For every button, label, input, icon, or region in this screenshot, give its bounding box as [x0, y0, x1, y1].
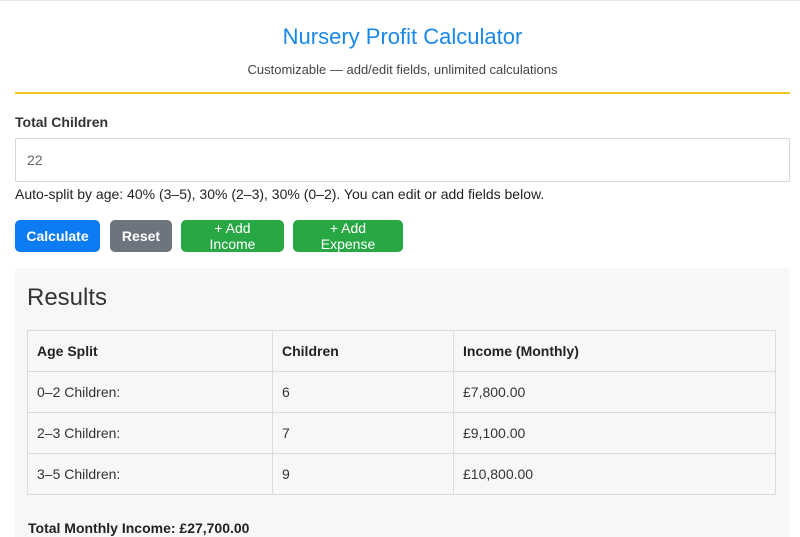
income-cell: £7,800.00	[453, 371, 776, 413]
age-split-cell: 0–2 Children:	[27, 371, 273, 413]
add-expense-button[interactable]: + Add Expense	[293, 220, 403, 252]
table-row: 0–2 Children: 6 £7,800.00	[27, 371, 776, 413]
children-cell: 7	[272, 412, 454, 454]
total-children-label: Total Children	[15, 114, 109, 130]
page-header: Nursery Profit Calculator Customizable —…	[15, 0, 790, 94]
table-row: 3–5 Children: 9 £10,800.00	[27, 453, 776, 495]
results-title: Results	[27, 284, 108, 311]
age-split-cell: 3–5 Children:	[27, 453, 273, 495]
children-cell: 6	[272, 371, 454, 413]
results-table: Age Split Children Income (Monthly) 0–2 …	[27, 330, 776, 495]
reset-button[interactable]: Reset	[110, 220, 172, 252]
age-split-cell: 2–3 Children:	[27, 412, 273, 454]
table-row: 2–3 Children: 7 £9,100.00	[27, 412, 776, 454]
children-cell: 9	[272, 453, 454, 495]
help-text: Auto-split by age: 40% (3–5), 30% (2–3),…	[15, 186, 545, 202]
calculate-button[interactable]: Calculate	[15, 220, 100, 252]
page-title: Nursery Profit Calculator	[282, 24, 523, 49]
total-children-input[interactable]	[15, 138, 790, 182]
column-header-children: Children	[272, 330, 454, 372]
column-header-income: Income (Monthly)	[453, 330, 776, 372]
total-monthly-income: Total Monthly Income: £27,700.00	[28, 520, 250, 536]
column-header-age-split: Age Split	[27, 330, 273, 372]
income-cell: £10,800.00	[453, 453, 776, 495]
add-income-button[interactable]: + Add Income	[181, 220, 284, 252]
table-header-row: Age Split Children Income (Monthly)	[27, 330, 776, 372]
page-subtitle: Customizable — add/edit fields, unlimite…	[247, 62, 558, 77]
income-cell: £9,100.00	[453, 412, 776, 454]
results-panel: Results Age Split Children Income (Month…	[15, 268, 790, 537]
